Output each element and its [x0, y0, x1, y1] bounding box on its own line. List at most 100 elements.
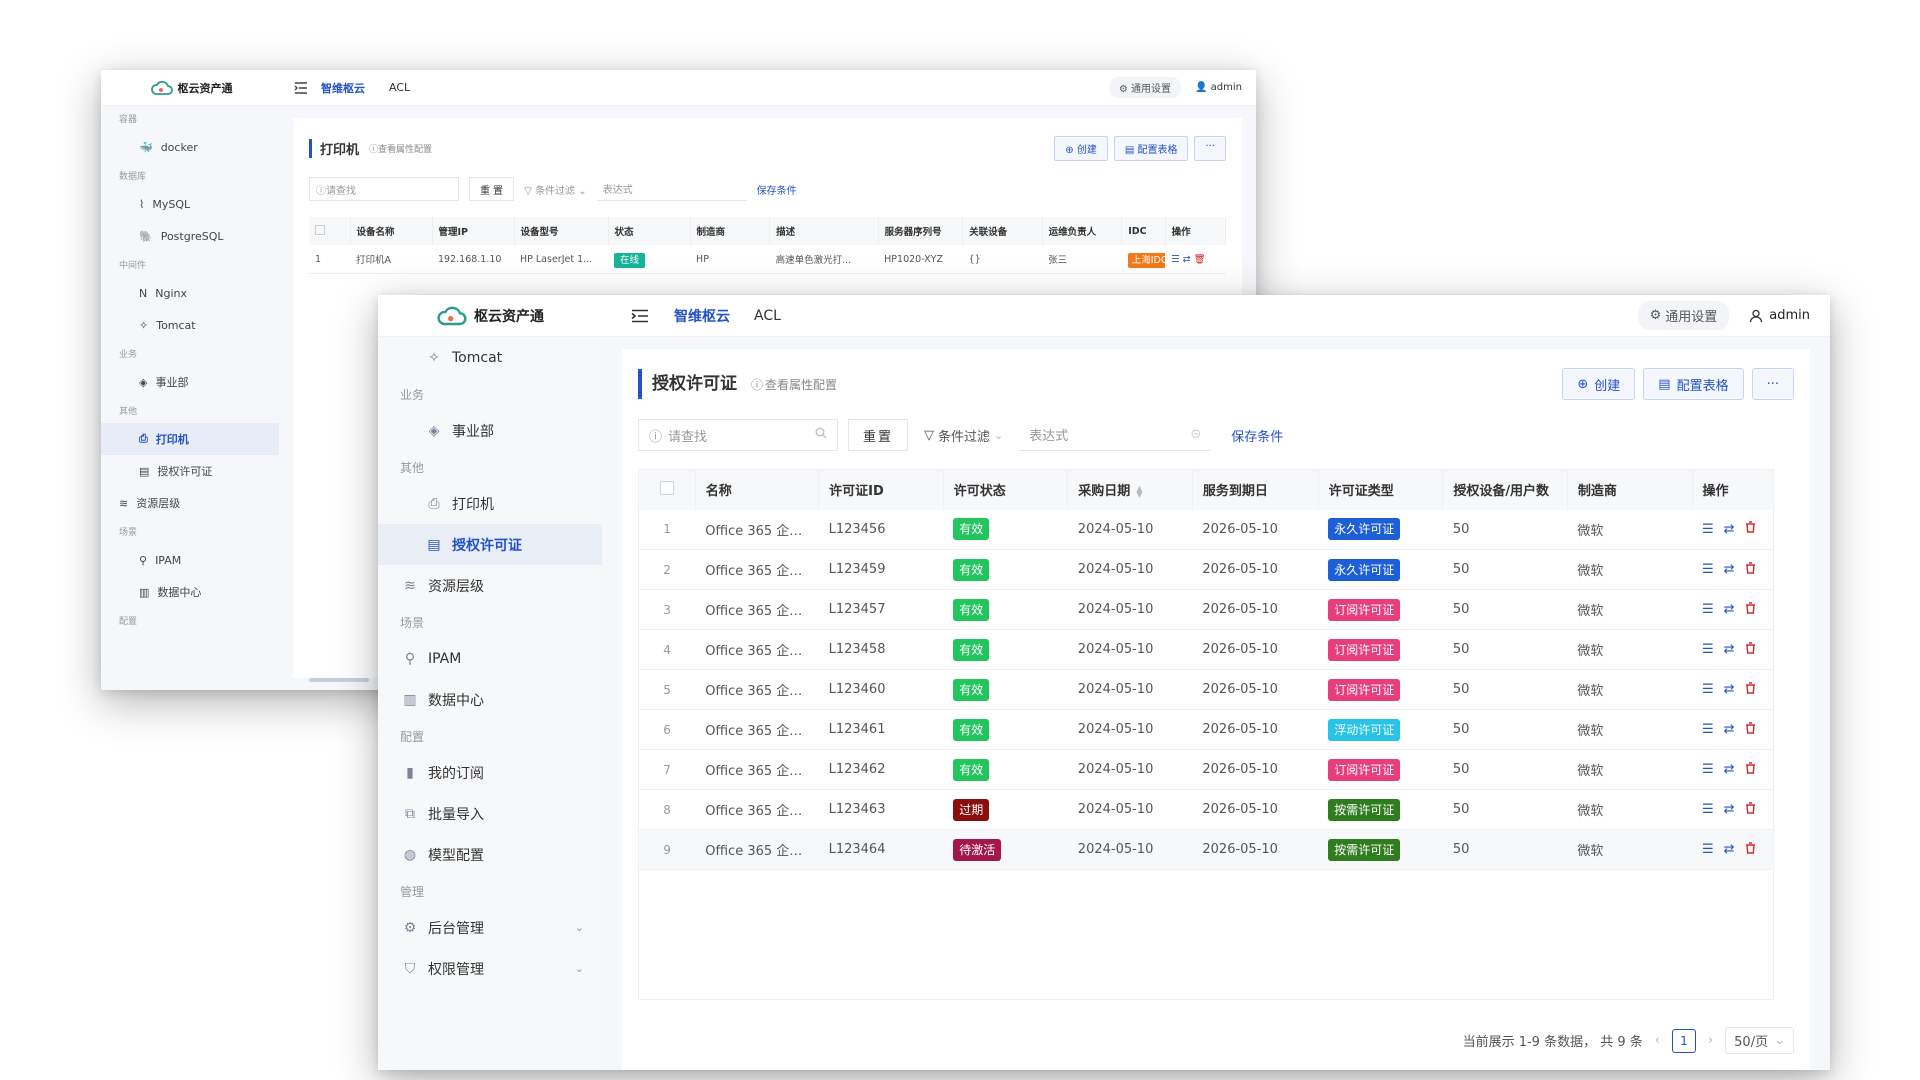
table-row[interactable]: 5 Office 365 企业... L123460 有效 2024-05-10 2026… — [638, 669, 1774, 710]
col-license-id[interactable]: 许可证ID — [818, 469, 944, 510]
relation-icon[interactable]: ⇄ — [1724, 842, 1735, 857]
reset-button[interactable]: 重 置 — [469, 177, 515, 201]
sidebar-item[interactable]: 🐘 PostgreSQL — [101, 220, 279, 252]
condition-filter-button[interactable]: ▽ 条件过滤 ⌄ — [918, 426, 1009, 445]
col-maker[interactable]: 制造商 — [1567, 469, 1693, 510]
sidebar-item[interactable]: ⚲ IPAM — [378, 638, 602, 679]
col-purchase-date[interactable]: 采购日期 ▲ ▼ — [1067, 469, 1193, 510]
select-all-checkbox[interactable] — [315, 224, 325, 235]
col-license-status[interactable]: 许可状态 — [943, 469, 1069, 510]
sidebar-item[interactable]: 🐳 docker — [101, 131, 279, 163]
table-row[interactable]: 1 Office 365 企业... L123456 有效 2024-05-10 2026… — [638, 509, 1774, 550]
page-1-button[interactable]: 1 — [1671, 1028, 1696, 1053]
config-table-button[interactable]: ▤ 配置表格 — [1113, 136, 1189, 161]
more-button[interactable]: ··· — [1194, 136, 1226, 161]
sidebar-item[interactable]: ⛉ 权限管理 ⌄ — [378, 948, 602, 989]
relation-icon[interactable]: ⇄ — [1724, 642, 1735, 657]
col-license-type[interactable]: 许可证类型 — [1318, 469, 1444, 510]
sidebar-item[interactable]: ⚙ 后台管理 ⌄ — [378, 907, 602, 948]
relation-icon[interactable]: ⇄ — [1724, 762, 1735, 777]
save-condition-link[interactable]: 保存条件 — [757, 182, 797, 197]
clear-icon[interactable]: ⊝ — [1190, 427, 1201, 442]
settings-button[interactable]: ⚙ 通用设置 — [1108, 77, 1182, 98]
more-button[interactable]: ··· — [1751, 368, 1794, 400]
app-logo[interactable]: 枢云资产通 — [378, 305, 602, 327]
column-header[interactable]: 设备型号 — [514, 217, 609, 245]
table-row[interactable]: 9 Office 365 企业... L123464 待激活 2024-05-10 202… — [638, 829, 1774, 870]
view-attribute-config-link[interactable]: ⓘ查看属性配置 — [751, 376, 837, 393]
app-logo[interactable]: 枢云资产通 — [101, 80, 281, 96]
search-input[interactable]: ⓘ 请查找 — [309, 177, 459, 201]
user-menu[interactable]: 👤 admin — [1195, 82, 1242, 93]
table-row[interactable]: 3 Office 365 企业... L123457 有效 2024-05-10 2026… — [638, 589, 1774, 630]
delete-icon[interactable] — [1745, 721, 1756, 738]
details-icon[interactable]: ☰ — [1702, 642, 1714, 657]
column-header[interactable]: 设备名称 — [350, 217, 433, 245]
delete-icon[interactable] — [1745, 761, 1756, 778]
col-expire-date[interactable]: 服务到期日 — [1192, 469, 1319, 510]
menu-toggle-icon[interactable] — [281, 81, 321, 94]
sidebar-item[interactable]: ⎙ 打印机 — [378, 483, 602, 524]
sidebar-item[interactable]: ◈ 事业部 — [101, 366, 279, 398]
column-header[interactable]: 操作 — [1165, 217, 1227, 245]
nav-item-acl[interactable]: ACL — [754, 308, 781, 324]
column-header[interactable]: 运维负责人 — [1042, 217, 1123, 245]
column-header[interactable]: 关联设备 — [962, 217, 1043, 245]
row-actions[interactable]: ☰ ⇄ 🗑 — [1165, 245, 1226, 274]
sort-icon[interactable]: ▲ ▼ — [1136, 484, 1142, 498]
relation-icon[interactable]: ⇄ — [1724, 802, 1735, 817]
reset-button[interactable]: 重置 — [848, 419, 909, 451]
relation-icon[interactable]: ⇄ — [1724, 602, 1735, 617]
table-row[interactable]: 4 Office 365 企业... L123458 有效 2024-05-10 2026… — [638, 629, 1774, 670]
sidebar-item[interactable]: ◍ 模型配置 — [378, 834, 602, 875]
select-all-header[interactable] — [309, 217, 351, 245]
condition-filter-button[interactable]: ▽ 条件过滤 ⌄ — [524, 182, 586, 197]
sidebar-item[interactable]: ◈ 事业部 — [378, 410, 602, 451]
details-icon[interactable]: ☰ — [1702, 682, 1714, 697]
relation-icon[interactable]: ⇄ — [1724, 722, 1735, 737]
sidebar-item[interactable]: ▤ 授权许可证 — [101, 455, 279, 487]
view-attribute-config-link[interactable]: ⓘ查看属性配置 — [369, 142, 432, 155]
column-header[interactable]: 制造商 — [690, 217, 771, 245]
sidebar-item[interactable]: ✧ Tomcat — [101, 309, 279, 341]
details-icon[interactable]: ☰ — [1702, 562, 1714, 577]
create-button[interactable]: ⊕ 创建 — [1562, 368, 1636, 400]
config-table-button[interactable]: ▤ 配置表格 — [1643, 368, 1744, 400]
col-name[interactable]: 名称 — [695, 469, 820, 510]
expression-input[interactable]: 表达式 ⊝ — [1019, 419, 1212, 451]
relation-icon[interactable]: ⇄ — [1724, 522, 1735, 537]
delete-icon[interactable] — [1745, 601, 1756, 618]
details-icon[interactable]: ☰ — [1702, 762, 1714, 777]
delete-icon[interactable] — [1745, 841, 1756, 858]
nav-item-acl[interactable]: ACL — [389, 81, 410, 94]
sidebar-item[interactable]: ▤ 授权许可证 — [378, 524, 602, 565]
delete-icon[interactable] — [1745, 561, 1756, 578]
settings-button[interactable]: ⚙ 通用设置 — [1637, 301, 1730, 330]
details-icon[interactable]: ☰ — [1702, 602, 1714, 617]
column-header[interactable]: IDC — [1121, 217, 1166, 245]
table-row[interactable]: 2 Office 365 企业... L123459 有效 2024-05-10 2026… — [638, 549, 1774, 590]
page-size-select[interactable]: 50/页 ⌄ — [1725, 1027, 1794, 1054]
sidebar-item[interactable]: N Nginx — [101, 277, 279, 309]
sidebar-item[interactable]: ✧ Tomcat — [378, 337, 602, 378]
table-row[interactable]: 7 Office 365 企业... L123462 有效 2024-05-10 2026… — [638, 749, 1774, 790]
delete-icon[interactable] — [1745, 681, 1756, 698]
column-header[interactable]: 描述 — [769, 217, 879, 245]
sidebar-item[interactable]: ▥ 数据中心 — [101, 576, 279, 608]
select-all-checkbox[interactable] — [659, 480, 674, 495]
search-input[interactable]: ⓘ 请查找 — [638, 419, 838, 451]
sidebar-item[interactable]: ▥ 数据中心 — [378, 679, 602, 720]
details-icon[interactable]: ☰ — [1702, 802, 1714, 817]
details-icon[interactable]: ☰ — [1702, 722, 1714, 737]
details-icon[interactable]: ☰ — [1702, 522, 1714, 537]
create-button[interactable]: ⊕ 创建 — [1054, 136, 1108, 161]
user-menu[interactable]: admin — [1749, 308, 1810, 323]
column-header[interactable]: 服务器序列号 — [878, 217, 964, 245]
select-all-header[interactable] — [638, 469, 696, 510]
column-header[interactable]: 管理IP — [432, 217, 515, 245]
relation-icon[interactable]: ⇄ — [1724, 682, 1735, 697]
col-seat-count[interactable]: 授权设备/用户数 — [1442, 469, 1568, 510]
menu-toggle-icon[interactable] — [620, 309, 660, 323]
details-icon[interactable]: ☰ — [1702, 842, 1714, 857]
expression-input[interactable]: 表达式 — [596, 177, 747, 201]
